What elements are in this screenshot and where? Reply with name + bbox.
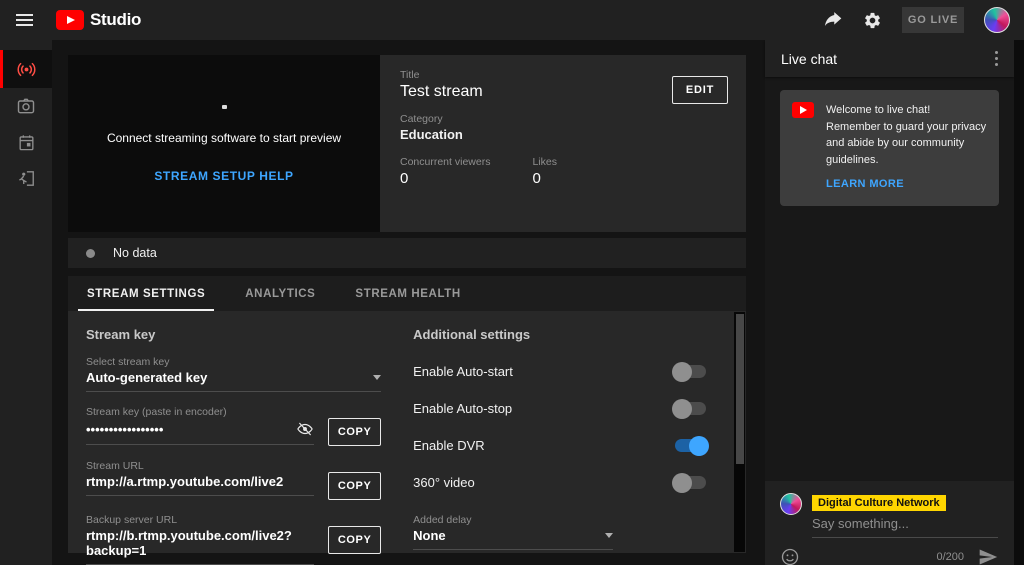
select-stream-key-label: Select stream key: [86, 356, 170, 368]
stream-broadcast-icon: [16, 62, 36, 76]
menu-icon[interactable]: [0, 14, 48, 26]
studio-logo[interactable]: Studio: [56, 10, 141, 30]
preview-message: Connect streaming software to start prev…: [106, 130, 342, 145]
stream-health-strip: No data: [68, 238, 746, 268]
tab-stream-settings[interactable]: STREAM SETTINGS: [78, 276, 215, 311]
go-live-button[interactable]: GO LIVE: [902, 7, 964, 33]
added-delay-value: None: [413, 528, 446, 543]
emoji-icon[interactable]: [780, 547, 800, 565]
account-avatar[interactable]: [984, 7, 1010, 33]
chat-input-area: Digital Culture Network 0/200: [765, 481, 1014, 565]
stream-key-title: Stream key: [86, 327, 156, 342]
settings-gear-icon[interactable]: [863, 11, 882, 30]
additional-settings-title: Additional settings: [413, 327, 531, 342]
visibility-off-icon[interactable]: [296, 420, 314, 438]
live-chat-panel: Live chat Welcome to live chat! Remember…: [765, 40, 1014, 565]
char-counter: 0/200: [936, 551, 964, 563]
backup-url-value: rtmp://b.rtmp.youtube.com/live2?backup=1: [86, 528, 292, 558]
dvr-toggle[interactable]: [675, 435, 709, 456]
dvr-label: Enable DVR: [413, 438, 485, 453]
stream-key-masked-value: •••••••••••••••••: [86, 421, 164, 437]
stream-key-section: Stream key Select stream key Auto-genera…: [86, 327, 382, 565]
chat-messages: Welcome to live chat! Remember to guard …: [765, 77, 1014, 481]
edit-button[interactable]: EDIT: [672, 76, 728, 104]
chat-welcome-text: Welcome to live chat! Remember to guard …: [826, 104, 987, 166]
viewers-value: 0: [400, 170, 409, 187]
chat-header: Live chat: [765, 40, 1014, 77]
auto-start-toggle[interactable]: [672, 361, 706, 382]
left-sidebar: [0, 40, 52, 565]
no-data-text: No data: [113, 246, 157, 260]
settings-scrollbar[interactable]: [734, 312, 745, 552]
chat-welcome-card: Welcome to live chat! Remember to guard …: [780, 90, 999, 206]
top-bar: Studio GO LIVE: [0, 0, 1024, 40]
stream-url-label: Stream URL: [86, 460, 144, 472]
copy-stream-key-button[interactable]: COPY: [328, 418, 382, 446]
chat-message-input[interactable]: [812, 511, 998, 538]
stream-key-field: •••••••••••••••••: [86, 418, 315, 445]
tab-bar: STREAM SETTINGS ANALYTICS STREAM HEALTH: [68, 276, 746, 311]
page-scrollbar-gutter: [1014, 40, 1024, 565]
youtube-studio-live-dashboard: Studio GO LIVE Connect streaming softwar…: [0, 0, 1024, 565]
added-delay-label: Added delay: [413, 514, 472, 526]
chat-username-badge: Digital Culture Network: [812, 495, 946, 511]
webcam-icon: [17, 98, 35, 114]
topbar-actions: GO LIVE: [823, 7, 1024, 33]
additional-settings-section: Additional settings Enable Auto-start En…: [413, 327, 726, 553]
dropdown-caret-icon: [373, 375, 382, 380]
stream-setup-help-link[interactable]: STREAM SETUP HELP: [154, 169, 293, 183]
stream-url-field: rtmp://a.rtmp.youtube.com/live2: [86, 472, 315, 496]
stream-info-card: Connect streaming software to start prev…: [68, 55, 746, 232]
viewers-label: Concurrent viewers: [400, 156, 491, 168]
stream-key-select[interactable]: Auto-generated key: [86, 368, 382, 392]
video-360-label: 360° video: [413, 475, 475, 490]
sidebar-item-webcam[interactable]: [0, 88, 52, 124]
auto-start-label: Enable Auto-start: [413, 364, 513, 379]
stream-stats: Concurrent viewers 0 Likes 0: [400, 156, 726, 187]
stream-key-select-value: Auto-generated key: [86, 370, 208, 385]
sidebar-item-manage[interactable]: [0, 124, 52, 160]
youtube-logo-icon: [56, 10, 84, 30]
tab-analytics[interactable]: ANALYTICS: [236, 276, 324, 311]
manage-calendar-icon: [18, 134, 34, 150]
send-icon[interactable]: [978, 547, 998, 565]
youtube-logo-icon: [792, 102, 814, 118]
learn-more-link[interactable]: LEARN MORE: [826, 178, 904, 190]
copy-stream-url-button[interactable]: COPY: [328, 472, 382, 500]
dropdown-caret-icon: [605, 533, 614, 538]
exit-live-icon: [18, 170, 34, 186]
backup-url-field: rtmp://b.rtmp.youtube.com/live2?backup=1: [86, 526, 315, 565]
copy-backup-url-button[interactable]: COPY: [328, 526, 382, 554]
status-dot-icon: [86, 248, 95, 258]
auto-stop-toggle[interactable]: [672, 398, 706, 419]
stream-details: Title Test stream Category Education Con…: [380, 55, 746, 232]
kebab-menu-icon[interactable]: [989, 47, 1005, 71]
stream-url-value: rtmp://a.rtmp.youtube.com/live2: [86, 474, 284, 489]
share-icon[interactable]: [823, 10, 843, 30]
product-name: Studio: [90, 10, 142, 29]
preview-loading-indicator: [221, 104, 227, 109]
tab-stream-health[interactable]: STREAM HEALTH: [346, 276, 469, 311]
stream-key-field-label: Stream key (paste in encoder): [86, 406, 227, 418]
likes-value: 0: [532, 170, 541, 187]
stream-settings-panel: Stream key Select stream key Auto-genera…: [68, 311, 746, 565]
category-label: Category: [400, 113, 443, 125]
sidebar-item-exit-live[interactable]: [0, 160, 52, 196]
auto-stop-label: Enable Auto-stop: [413, 401, 513, 416]
sidebar-item-stream[interactable]: [0, 50, 52, 88]
stream-preview: Connect streaming software to start prev…: [68, 55, 380, 232]
chat-title: Live chat: [781, 50, 838, 67]
backup-url-label: Backup server URL: [86, 514, 178, 526]
video-360-toggle[interactable]: [672, 472, 706, 493]
chat-user-avatar: [780, 493, 802, 515]
stream-category: Education: [400, 127, 463, 142]
likes-label: Likes: [532, 156, 557, 168]
added-delay-select[interactable]: None: [413, 526, 614, 550]
settings-scrollbar-thumb[interactable]: [735, 314, 744, 464]
